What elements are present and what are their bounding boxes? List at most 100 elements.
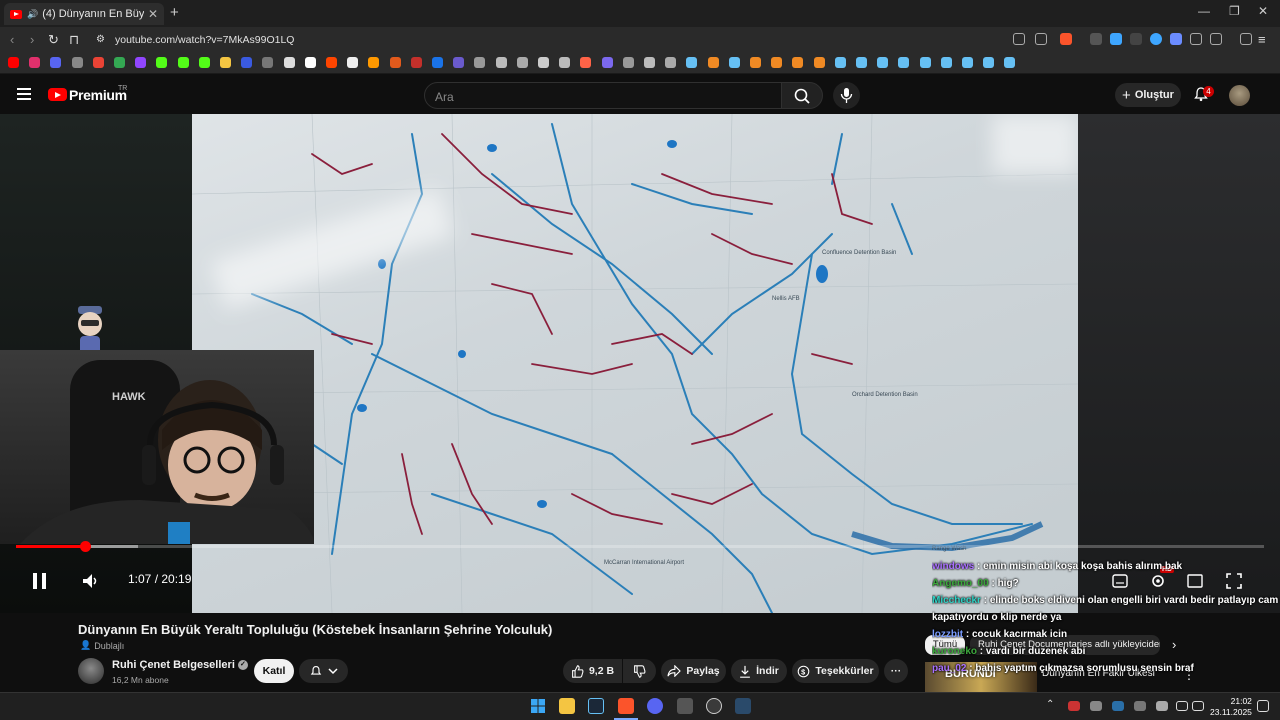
- cast-icon[interactable]: [1013, 33, 1025, 45]
- bookmark-favicon-icon[interactable]: [304, 57, 316, 68]
- bookmark-favicon-icon[interactable]: [177, 57, 189, 68]
- bookmark-favicon-icon[interactable]: [559, 57, 571, 68]
- extension-icon[interactable]: [1110, 33, 1122, 45]
- video-player[interactable]: Nellis AFB McCarran International Airpor…: [0, 114, 1280, 613]
- tray-icon[interactable]: [1068, 701, 1080, 711]
- sidebar-icon[interactable]: [1210, 33, 1222, 45]
- menu-icon[interactable]: ≡: [1258, 32, 1266, 47]
- forward-icon[interactable]: ›: [30, 32, 34, 47]
- brave-icon[interactable]: [618, 698, 634, 714]
- bookmark-favicon-icon[interactable]: [495, 57, 507, 68]
- bookmark-favicon-icon[interactable]: [114, 57, 125, 68]
- tray-icon[interactable]: [1156, 701, 1168, 711]
- restore-icon[interactable]: ❐: [1229, 4, 1240, 18]
- bookmark-favicon-icon[interactable]: [728, 57, 740, 68]
- download-button[interactable]: İndir: [731, 659, 787, 683]
- brave-shield-icon[interactable]: [1060, 33, 1072, 45]
- channel-name-text[interactable]: Ruhi Çenet Belgeselleri: [112, 659, 235, 671]
- bookmark-favicon-icon[interactable]: [665, 57, 677, 68]
- discord-icon[interactable]: [647, 698, 663, 714]
- tray-icon[interactable]: [1090, 701, 1102, 711]
- bookmark-favicon-icon[interactable]: [198, 57, 210, 68]
- bookmark-favicon-icon[interactable]: [410, 57, 422, 68]
- bookmark-favicon-icon[interactable]: [453, 57, 465, 68]
- share-icon[interactable]: [1035, 33, 1047, 45]
- reload-icon[interactable]: ↻: [48, 32, 59, 48]
- pause-icon[interactable]: [32, 572, 48, 590]
- bookmark-favicon-icon[interactable]: [326, 57, 337, 68]
- bookmark-icon[interactable]: ⊓: [69, 32, 79, 48]
- bookmark-favicon-icon[interactable]: [919, 57, 931, 68]
- channel-avatar[interactable]: [78, 658, 104, 684]
- notification-center-icon[interactable]: [1257, 700, 1269, 712]
- bookmark-favicon-icon[interactable]: [813, 57, 825, 68]
- bookmark-favicon-icon[interactable]: [686, 57, 698, 68]
- thanks-button[interactable]: $ Teşekkürler: [792, 659, 879, 683]
- bookmark-favicon-icon[interactable]: [983, 57, 995, 68]
- bookmark-favicon-icon[interactable]: [834, 57, 846, 68]
- media-icon[interactable]: [1240, 33, 1252, 45]
- subscribe-bell-button[interactable]: [299, 659, 348, 683]
- bookmark-favicon-icon[interactable]: [368, 57, 380, 68]
- volume-icon[interactable]: [82, 573, 98, 589]
- window-close-icon[interactable]: ✕: [1258, 4, 1268, 18]
- back-icon[interactable]: ‹: [10, 32, 14, 47]
- bookmark-favicon-icon[interactable]: [771, 57, 783, 68]
- bookmark-favicon-icon[interactable]: [750, 57, 761, 68]
- bookmark-favicon-icon[interactable]: [962, 57, 973, 68]
- close-tab-icon[interactable]: ✕: [148, 7, 158, 21]
- bookmark-favicon-icon[interactable]: [50, 57, 62, 68]
- network-icon[interactable]: [1176, 701, 1188, 711]
- app-icon[interactable]: [677, 698, 693, 714]
- search-button[interactable]: [781, 82, 823, 109]
- youtube-logo-icon[interactable]: [48, 88, 67, 101]
- scrubber-handle[interactable]: [79, 541, 91, 552]
- bookmark-favicon-icon[interactable]: [644, 57, 655, 68]
- speaker-icon[interactable]: 🔊: [27, 9, 38, 20]
- tray-icon[interactable]: [1112, 701, 1124, 711]
- bookmark-favicon-icon[interactable]: [432, 57, 443, 68]
- bookmark-favicon-icon[interactable]: [135, 57, 147, 68]
- join-button[interactable]: Katıl: [254, 659, 294, 683]
- file-explorer-icon[interactable]: [559, 698, 575, 714]
- puzzle-icon[interactable]: [1190, 33, 1202, 45]
- bookmark-favicon-icon[interactable]: [92, 57, 104, 68]
- channel-name[interactable]: Ruhi Çenet Belgeselleri ✓: [112, 659, 248, 671]
- bookmark-favicon-icon[interactable]: [389, 57, 401, 68]
- windows-start-icon[interactable]: [530, 698, 546, 714]
- steam-app-icon[interactable]: [735, 698, 751, 714]
- new-tab-icon[interactable]: +: [170, 4, 179, 21]
- bookmark-favicon-icon[interactable]: [29, 57, 41, 68]
- bookmark-favicon-icon[interactable]: [474, 57, 486, 68]
- browser-tab-active[interactable]: 🔊 (4) Dünyanın En Büyük Yeraltı ✕: [4, 3, 164, 25]
- search-input[interactable]: Ara: [424, 82, 782, 109]
- app-icon[interactable]: [706, 698, 722, 714]
- like-button[interactable]: 9,2 B: [563, 659, 622, 683]
- bookmark-favicon-icon[interactable]: [601, 57, 613, 68]
- share-button[interactable]: Paylaş: [661, 659, 726, 683]
- create-button[interactable]: + Oluştur: [1115, 83, 1181, 107]
- bookmark-favicon-icon[interactable]: [220, 57, 231, 68]
- site-info-icon[interactable]: ⚙: [96, 34, 105, 45]
- bookmark-favicon-icon[interactable]: [877, 57, 889, 68]
- steam-icon[interactable]: [588, 698, 604, 714]
- extension-icon[interactable]: [1150, 33, 1162, 45]
- bookmark-favicon-icon[interactable]: [8, 57, 19, 68]
- bookmark-favicon-icon[interactable]: [856, 57, 867, 68]
- hamburger-menu-icon[interactable]: [17, 88, 31, 100]
- tray-overflow-icon[interactable]: ⌃: [1046, 699, 1054, 710]
- voice-search-button[interactable]: [833, 82, 860, 109]
- bookmark-favicon-icon[interactable]: [1004, 57, 1016, 68]
- bookmark-favicon-icon[interactable]: [262, 57, 274, 68]
- bookmark-favicon-icon[interactable]: [538, 57, 549, 68]
- extension-icon[interactable]: [1090, 33, 1102, 45]
- bookmark-favicon-icon[interactable]: [792, 57, 804, 68]
- bookmark-favicon-icon[interactable]: [898, 57, 910, 68]
- url-field[interactable]: youtube.com/watch?v=7MkAs99O1LQ: [115, 34, 294, 46]
- bookmark-favicon-icon[interactable]: [241, 57, 253, 68]
- extension-icon[interactable]: [1170, 33, 1182, 45]
- minimize-icon[interactable]: —: [1198, 4, 1210, 18]
- volume-tray-icon[interactable]: [1192, 701, 1204, 711]
- system-clock[interactable]: 21:02 23.11.2025: [1210, 696, 1252, 718]
- bookmark-favicon-icon[interactable]: [940, 57, 952, 68]
